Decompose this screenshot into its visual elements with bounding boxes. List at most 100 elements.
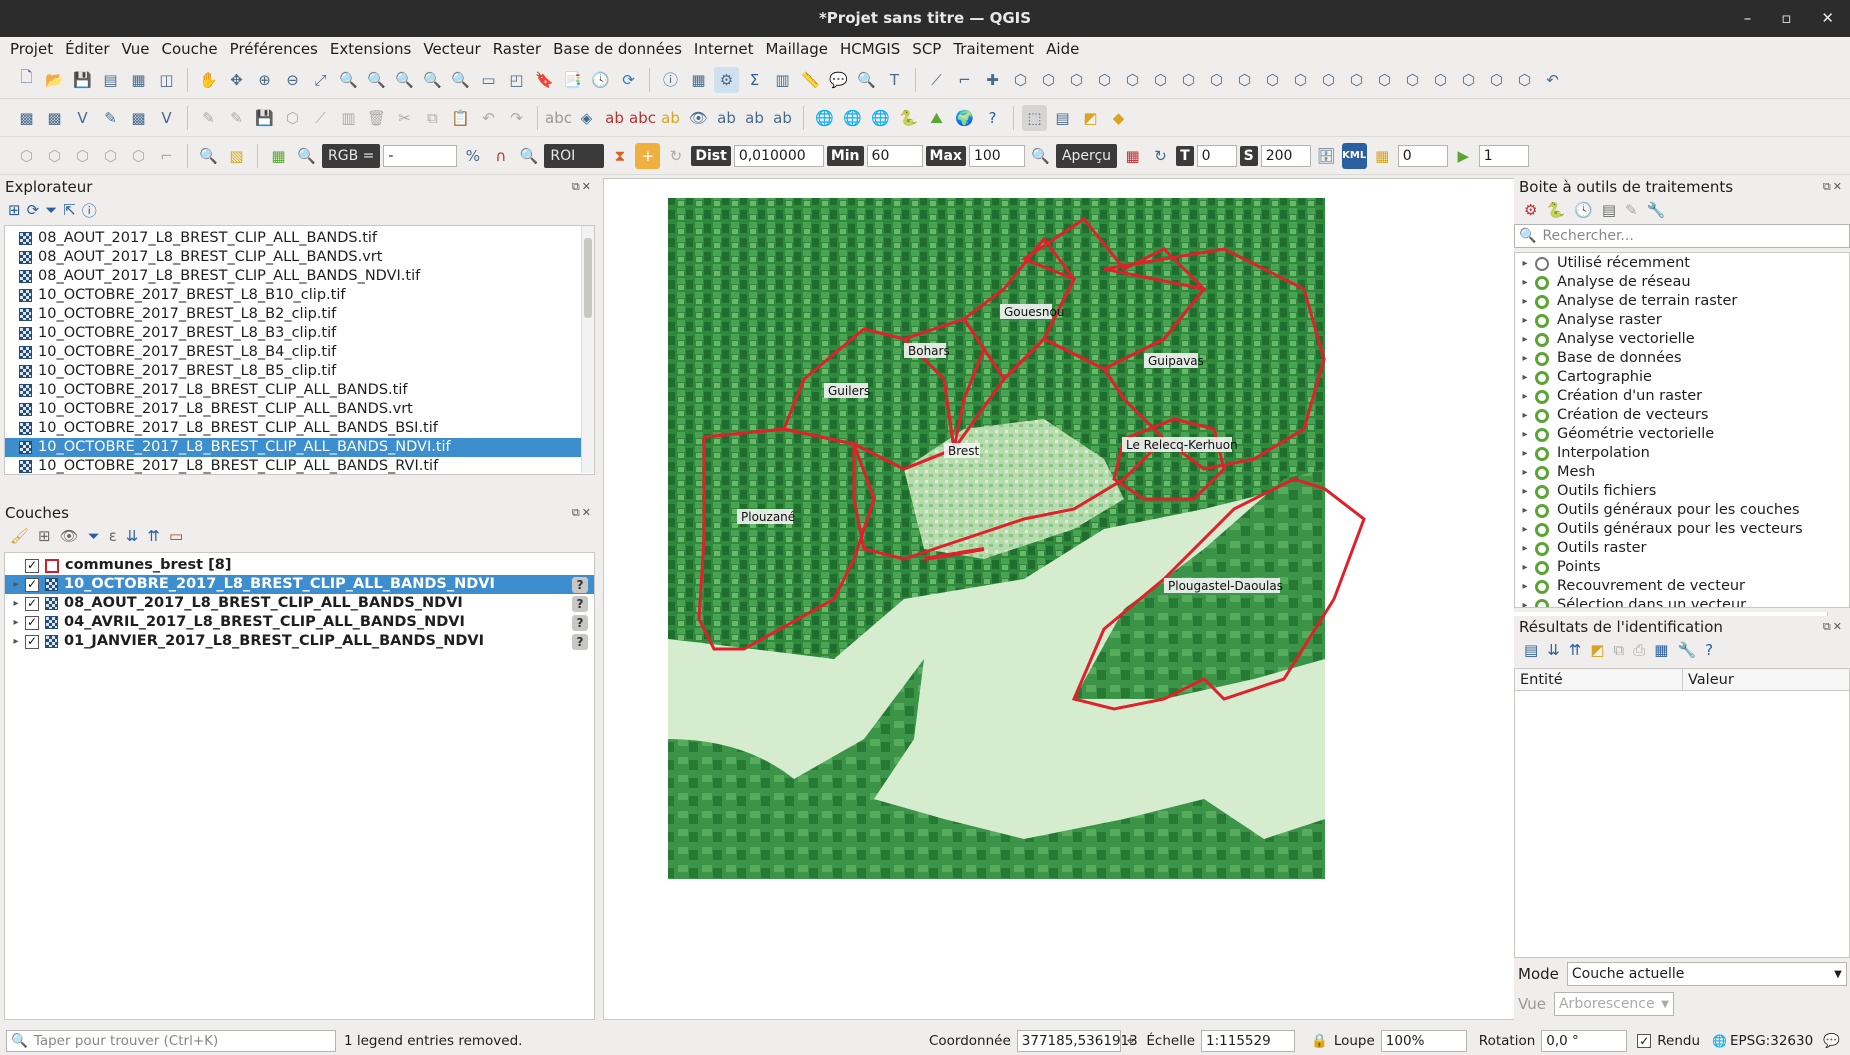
clear-results-icon[interactable]: ◩ [1590,641,1604,659]
collapse-all-icon[interactable]: ⇈ [147,527,160,545]
copy-icon[interactable]: ⧉ [420,105,445,131]
digitize-tool-3-icon[interactable]: ✚ [980,67,1005,93]
render-checkbox[interactable]: ✓ [1637,1034,1652,1048]
scp-colors-icon[interactable]: ▦ [1120,143,1145,169]
expand-all-icon[interactable]: ⇊ [1547,641,1560,659]
expand-arrow-icon[interactable]: ▸ [1515,539,1535,558]
data-source-manager-icon[interactable]: ▩ [14,105,39,131]
add-group-icon[interactable]: ⊞ [38,527,51,545]
new-virtual-layer-icon[interactable]: V [154,105,179,131]
measure-icon[interactable]: 📏 [798,67,823,93]
scp-database-icon[interactable]: 🗄 [1314,143,1339,169]
digitize-tool-4-icon[interactable]: ⬡ [1008,67,1033,93]
layout-manager-icon[interactable]: ▦ [126,67,151,93]
explorer-item[interactable]: 10_OCTOBRE_2017_BREST_L8_B3_clip.tif [5,324,583,343]
new-map-view-icon[interactable]: ▭ [476,67,501,93]
zoom-selection-icon[interactable]: 🔍 [336,67,361,93]
filter-icon[interactable]: ⏷ [45,201,57,219]
toolbox-group-item[interactable]: ▸ Points [1515,558,1849,577]
temporal-icon[interactable]: 🕓 [588,67,613,93]
new-layout-icon[interactable]: ▤ [98,67,123,93]
panel-buttons[interactable]: ⧉✕ [572,502,593,524]
expand-arrow-icon[interactable]: ▸ [1515,425,1535,444]
digitize-tool-15-icon[interactable]: ⬡ [1316,67,1341,93]
menu-extensions[interactable]: Extensions [330,40,423,58]
collapse-all-icon[interactable]: ⇈ [1569,641,1582,659]
new-geopackage-icon[interactable]: ▩ [42,105,67,131]
bookmark-icon[interactable]: 🔖 [532,67,557,93]
paste-icon[interactable]: 📋 [448,105,473,131]
scp-curve-icon[interactable]: ∩ [488,143,513,169]
explorer-item[interactable]: 08_AOUT_2017_L8_BREST_CLIP_ALL_BANDS_NDV… [5,267,583,286]
max-input[interactable]: 100 [968,144,1025,167]
expand-arrow-icon[interactable]: ▸ [9,632,23,651]
statistics-icon[interactable]: Σ [742,67,767,93]
band-input[interactable]: 0 [1397,144,1448,167]
label-tool-5-icon[interactable]: ab [658,105,683,131]
remove-layer-icon[interactable]: ▭ [169,527,183,545]
menu-maillage[interactable]: Maillage [765,40,840,58]
help-icon[interactable]: ? [980,105,1005,131]
expand-arrow-icon[interactable]: ▸ [9,613,23,632]
menu-preferences[interactable]: Préférences [230,40,330,58]
expand-arrow-icon[interactable]: ▸ [1515,463,1535,482]
t-input[interactable]: 0 [1196,144,1237,167]
label-tool-1-icon[interactable]: abc [545,105,572,131]
layer-visibility-checkbox[interactable]: ✓ [25,596,39,611]
collapse-all-icon[interactable]: ⇱ [63,201,76,219]
toolbox-group-item[interactable]: ▸ Création d'un raster [1515,387,1849,406]
menu-aide[interactable]: Aide [1046,40,1091,58]
toolbox-group-item[interactable]: ▸ Outils raster [1515,539,1849,558]
expand-arrow-icon[interactable]: ▸ [1515,368,1535,387]
modify-attributes-icon[interactable]: ▥ [336,105,361,131]
explorer-item[interactable]: 10_OCTOBRE_2017_L8_BREST_CLIP_ALL_BANDS_… [5,438,583,457]
select-features-icon[interactable]: ⬚ [1022,104,1047,131]
menu-base-de-donnees[interactable]: Base de données [553,40,694,58]
layer-item[interactable]: ▸ ✓ 08_AOUT_2017_L8_BREST_CLIP_ALL_BANDS_N… [5,594,594,613]
toolbox-group-item[interactable]: ▸ Utilisé récemment [1515,254,1849,273]
delete-selected-icon[interactable]: 🗑 [364,105,389,131]
toolbox-group-item[interactable]: ▸ Analyse de réseau [1515,273,1849,292]
add-selected-icon[interactable]: ⊞ [8,201,21,219]
history-icon[interactable]: 🕓 [1574,201,1593,219]
entity-column-header[interactable]: Entité [1515,669,1683,690]
vertex-tool-icon[interactable]: ⟋ [308,105,333,131]
edit-pencil-icon[interactable]: ✎ [196,105,221,131]
explorer-item[interactable]: 10_OCTOBRE_2017_BREST_L8_B4_clip.tif [5,343,583,362]
explorer-item[interactable]: 10_OCTOBRE_2017_BREST_L8_B2_clip.tif [5,305,583,324]
toolbox-group-item[interactable]: ▸ Sélection dans un vecteur [1515,596,1849,607]
digitize-tool-10-icon[interactable]: ⬡ [1176,67,1201,93]
new-project-icon[interactable]: 🗋 [14,67,39,93]
minimize-button[interactable]: – [1744,0,1752,37]
menu-vecteur[interactable]: Vecteur [423,40,492,58]
expand-arrow-icon[interactable]: ▸ [1515,596,1535,607]
menu-scp[interactable]: SCP [912,40,953,58]
scp-tool-4-icon[interactable]: ⬡ [98,143,123,169]
layer-style-icon[interactable]: 🖌 [10,527,29,545]
scp-reload-icon[interactable]: ↻ [1148,143,1173,169]
expand-arrow-icon[interactable]: ▸ [1515,444,1535,463]
digitize-tool-14-icon[interactable]: ⬡ [1288,67,1313,93]
unknown-crs-icon[interactable]: ? [572,576,588,593]
digitize-tool-19-icon[interactable]: ⬡ [1428,67,1453,93]
select-tool-2-icon[interactable]: ▤ [1050,105,1075,131]
digitize-tool-18-icon[interactable]: ⬡ [1400,67,1425,93]
menu-vue[interactable]: Vue [122,40,162,58]
menu-hcmgis[interactable]: HCMGIS [840,40,912,58]
identify-help-icon[interactable]: ? [1705,641,1713,659]
min-input[interactable]: 60 [866,144,923,167]
digitize-tool-12-icon[interactable]: ⬡ [1232,67,1257,93]
label-tool-3-icon[interactable]: ab [602,105,627,131]
panel-buttons[interactable]: ⧉✕ [572,176,593,198]
expand-arrow-icon[interactable]: ▸ [1515,501,1535,520]
label-tool-9-icon[interactable]: ab [770,105,795,131]
expand-tree-icon[interactable]: ▤ [1524,641,1538,659]
undo-icon[interactable]: ↶ [476,105,501,131]
toolbox-group-item[interactable]: ▸ Outils généraux pour les vecteurs [1515,520,1849,539]
expand-arrow-icon[interactable]: ▸ [9,594,23,613]
digitize-tool-5-icon[interactable]: ⬡ [1036,67,1061,93]
explorer-item[interactable]: 10_OCTOBRE_2017_L8_BREST_CLIP_ALL_BANDS.… [5,381,583,400]
zoom-layer-icon[interactable]: 🔍 [364,67,389,93]
layer-visibility-checkbox[interactable]: ✓ [25,577,39,592]
rgb-combobox[interactable]: - [383,144,458,167]
